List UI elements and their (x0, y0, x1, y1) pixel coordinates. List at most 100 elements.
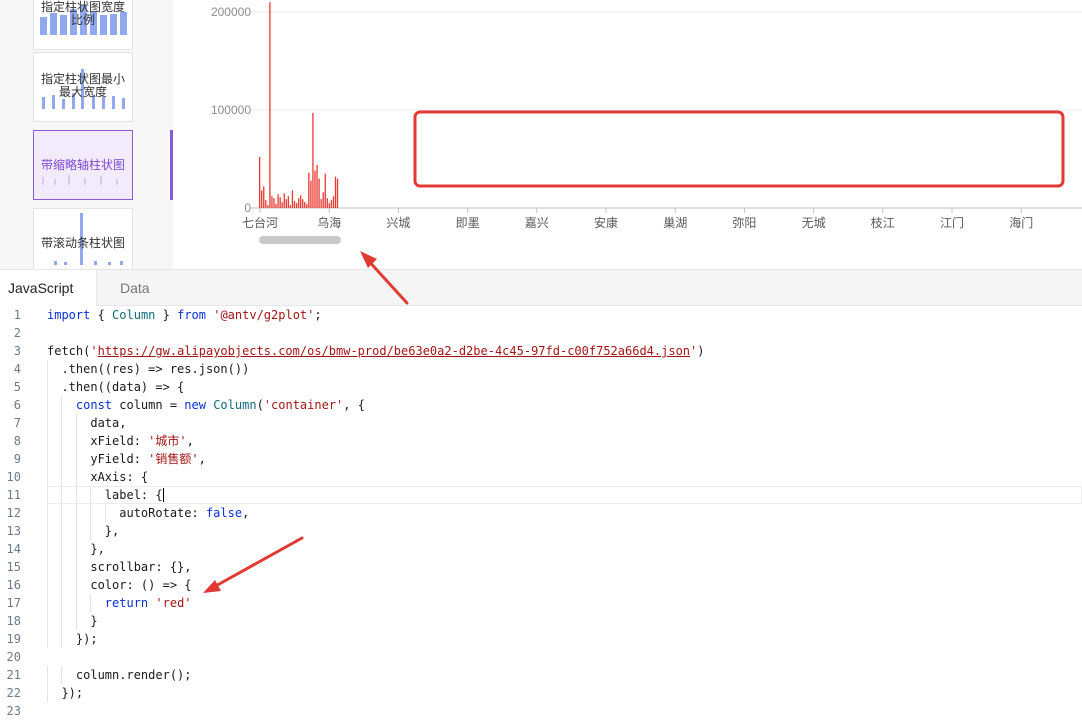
column-bar[interactable] (275, 204, 277, 208)
x-tick-label: 乌海 (317, 215, 341, 230)
column-bar[interactable] (304, 202, 306, 208)
code-line[interactable]: 5 .then((data) => { (0, 378, 1082, 396)
code-line[interactable]: 7 data, (0, 414, 1082, 432)
column-bar[interactable] (330, 200, 333, 208)
code-line[interactable]: 4 .then((res) => res.json()) (0, 360, 1082, 378)
column-bar[interactable] (322, 192, 324, 208)
code-line[interactable]: 15 scrollbar: {}, (0, 558, 1082, 576)
code-text: }, (47, 524, 120, 538)
sidebar-item-column-with-slider[interactable]: 带缩略轴柱状图 (33, 130, 133, 200)
code-text: column.render(); (47, 668, 192, 682)
column-bar[interactable] (263, 186, 265, 208)
code-line[interactable]: 13 }, (0, 522, 1082, 540)
editor-tabs: JavaScript Data (0, 269, 1082, 306)
line-number: 9 (13, 452, 21, 466)
line-number: 16 (6, 578, 21, 592)
code-line[interactable]: 18 } (0, 612, 1082, 630)
text-cursor (162, 488, 164, 502)
column-bar[interactable] (324, 173, 326, 208)
column-bar[interactable] (271, 196, 273, 208)
column-bar[interactable] (314, 170, 316, 208)
column-bar[interactable] (287, 196, 289, 208)
column-bar[interactable] (308, 172, 310, 208)
code-line[interactable]: 20 (0, 648, 1082, 666)
line-number: 15 (6, 560, 21, 574)
column-bar[interactable] (291, 190, 294, 208)
code-line[interactable]: 3 fetch('https://gw.alipayobjects.com/os/… (0, 342, 1082, 360)
code-text: return 'red' (104, 596, 192, 610)
code-line[interactable]: 6 const column = new Column('container',… (0, 396, 1082, 414)
line-number: 8 (13, 434, 21, 448)
code-line[interactable]: 17 return 'red' (0, 594, 1082, 612)
column-bar[interactable] (316, 164, 318, 208)
sidebar-item-label: 带缩略轴柱状图 (40, 158, 125, 172)
sidebar-item-column-min-max-width[interactable]: 指定柱状图最小最大宽度 (33, 52, 133, 122)
column-bar[interactable] (302, 199, 304, 208)
line-number: 1 (13, 308, 21, 322)
line-number: 10 (6, 470, 21, 484)
column-bar[interactable] (293, 201, 296, 208)
column-bar[interactable] (297, 198, 300, 208)
scrollbar-thumb[interactable] (259, 236, 341, 244)
tab-data[interactable]: Data (120, 270, 150, 306)
line-number: 5 (13, 380, 21, 394)
line-number: 18 (6, 614, 21, 628)
column-bar[interactable] (326, 198, 328, 208)
x-tick-label: 即墨 (456, 216, 480, 230)
tab-javascript[interactable]: JavaScript (0, 270, 97, 306)
code-line[interactable]: 9 yField: '销售额', (0, 450, 1082, 468)
column-bar[interactable] (306, 204, 308, 208)
column-bar[interactable] (265, 200, 267, 208)
code-line[interactable]: 1 import { Column } from '@antv/g2plot'; (0, 306, 1082, 324)
code-text: } (47, 614, 98, 628)
column-bar[interactable] (332, 196, 335, 208)
code-line[interactable]: 11 label: { (0, 486, 1082, 504)
column-bar[interactable] (289, 205, 292, 208)
column-bar[interactable] (259, 157, 261, 208)
column-bar[interactable] (310, 180, 312, 208)
column-bar[interactable] (336, 178, 339, 208)
code-line[interactable]: 2 (0, 324, 1082, 342)
code-line[interactable]: 22 }); (0, 684, 1082, 702)
code-text: const column = new Column('container', { (75, 398, 365, 412)
column-chart: 2000001000000 七台河乌海兴城即墨嘉兴安康巢湖弥阳无城枝江江门海门牙 (211, 2, 1082, 244)
column-bar[interactable] (334, 176, 337, 208)
column-bar[interactable] (295, 203, 298, 208)
code-text: xAxis: { (47, 470, 149, 484)
code-editor[interactable]: 1 import { Column } from '@antv/g2plot'; 2… (0, 306, 1082, 728)
column-bar[interactable] (279, 197, 281, 208)
code-line[interactable]: 8 xField: '城市', (0, 432, 1082, 450)
column-bar[interactable] (269, 2, 271, 209)
column-bar[interactable] (300, 195, 302, 208)
code-line[interactable]: 23 (0, 702, 1082, 720)
line-number: 19 (6, 632, 21, 646)
column-bar[interactable] (267, 205, 269, 208)
code-line[interactable]: 12 autoRotate: false, (0, 504, 1082, 522)
code-line[interactable]: 21 column.render(); (0, 666, 1082, 684)
sidebar-item-column-with-scrollbar[interactable]: 带滚动条柱状图 (33, 208, 133, 269)
column-bar[interactable] (261, 190, 263, 208)
column-bar[interactable] (281, 202, 283, 208)
code-text: autoRotate: false, (47, 506, 250, 520)
code-line[interactable]: 10 xAxis: { (0, 468, 1082, 486)
column-bar[interactable] (273, 198, 275, 208)
column-bar[interactable] (320, 199, 322, 208)
column-bar[interactable] (277, 194, 279, 208)
code-line[interactable]: 19 }); (0, 630, 1082, 648)
chart-preview: 2000001000000 七台河乌海兴城即墨嘉兴安康巢湖弥阳无城枝江江门海门牙 (173, 0, 1082, 269)
column-bar[interactable] (328, 203, 330, 208)
line-number: 20 (6, 650, 21, 664)
code-line[interactable]: 16 color: () => { (0, 576, 1082, 594)
column-bar[interactable] (283, 193, 285, 208)
x-tick-label: 枝江 (871, 215, 895, 230)
line-number: 23 (6, 704, 21, 718)
sidebar-item-column-width-ratio[interactable]: 指定柱状图宽度比例 (33, 0, 133, 50)
column-bar[interactable] (285, 199, 287, 208)
column-bar[interactable] (312, 112, 314, 208)
line-number: 3 (13, 344, 21, 358)
code-text: }, (47, 542, 105, 556)
line-number: 7 (13, 416, 21, 430)
column-bar[interactable] (318, 178, 320, 208)
x-tick-label: 兴城 (386, 216, 410, 230)
code-line[interactable]: 14 }, (0, 540, 1082, 558)
